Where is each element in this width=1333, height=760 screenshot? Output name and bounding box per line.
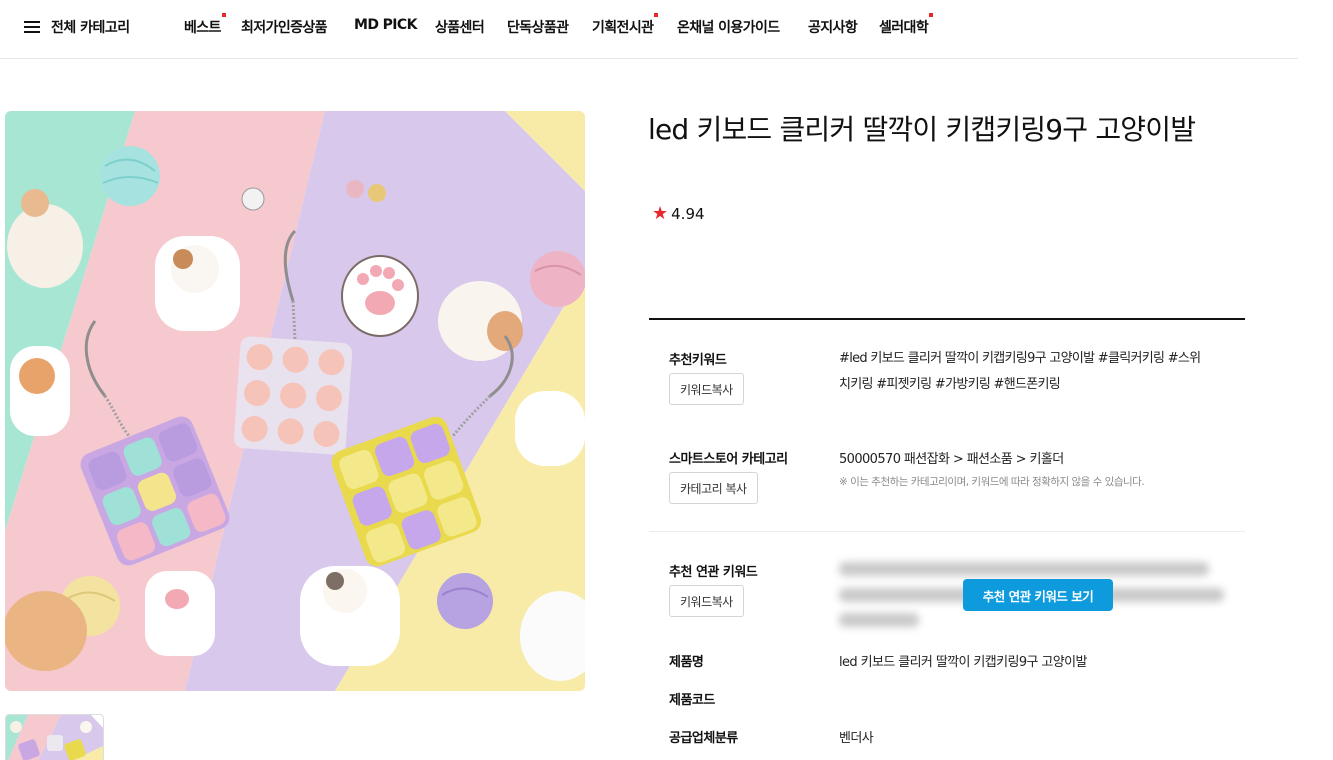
product-main-image[interactable] [5, 111, 585, 691]
product-thumbnail[interactable] [5, 714, 104, 760]
nav-item-exclusive[interactable]: 단독상품관 [507, 17, 569, 37]
view-related-keywords-button[interactable]: 추천 연관 키워드 보기 [963, 579, 1113, 611]
top-navigation: 전체 카테고리 베스트 최저가인증상품 MD PICK 상품센터 단독상품관 기… [0, 0, 1298, 59]
nav-item-guide[interactable]: 온채널 이용가이드 [677, 17, 780, 37]
nav-item-label: 최저가인증상품 [241, 20, 328, 36]
new-dot-badge [221, 13, 226, 17]
hamburger-icon [24, 21, 40, 33]
copy-related-keyword-button[interactable]: 키워드복사 [669, 585, 744, 617]
all-categories-label: 전체 카테고리 [51, 20, 130, 36]
recommended-keyword-label: 추천키워드 [669, 353, 727, 368]
copy-keyword-button[interactable]: 키워드복사 [669, 373, 744, 405]
info-divider [649, 318, 1245, 320]
nav-item-label: 셀러대학 [879, 20, 929, 36]
star-icon: ★ [652, 203, 669, 224]
rating-value: 4.94 [671, 205, 705, 223]
smartstore-category-label: 스마트스토어 카테고리 [669, 452, 788, 467]
supplier-type-label: 공급업체분류 [669, 731, 738, 746]
keywords-line: #led 키보드 클리커 딸깍이 키캡키링9구 고양이발 #클릭커키링 #스위 [839, 351, 1201, 366]
section-divider [649, 531, 1245, 532]
product-title: led 키보드 클리커 딸깍이 키캡키링9구 고양이발 [648, 113, 1196, 146]
new-dot-badge [929, 13, 934, 17]
nav-item-exhibition[interactable]: 기획전시관 [592, 13, 659, 37]
supplier-type-value: 벤더사 [839, 731, 874, 746]
nav-item-seller-university[interactable]: 셀러대학 [879, 13, 934, 37]
copy-category-button[interactable]: 카테고리 복사 [669, 472, 758, 504]
nav-item-label: 단독상품관 [507, 20, 569, 36]
product-name-label: 제품명 [669, 655, 704, 670]
smartstore-category-value: 50000570 패션잡화 > 패션소품 > 키홀더 [839, 452, 1064, 467]
nav-item-best[interactable]: 베스트 [184, 13, 226, 37]
new-dot-badge [654, 13, 659, 17]
nav-item-label: 상품센터 [435, 20, 485, 36]
nav-item-label: 기획전시관 [592, 20, 654, 36]
keywords-line: 치키링 #피젯키링 #가방키링 #핸드폰키링 [839, 377, 1061, 392]
nav-item-notice[interactable]: 공지사항 [808, 17, 858, 37]
recommended-keywords: #led 키보드 클리커 딸깍이 키캡키링9구 고양이발 #클릭커키링 #스위 … [839, 346, 1229, 398]
nav-item-product-center[interactable]: 상품센터 [435, 17, 485, 37]
all-categories-button[interactable]: 전체 카테고리 [24, 16, 130, 38]
nav-item-lowest-price[interactable]: 최저가인증상품 [241, 17, 328, 37]
product-name-value: led 키보드 클리커 딸깍이 키캡키링9구 고양이발 [839, 655, 1087, 670]
thumbnail-photo [6, 715, 103, 760]
nav-item-md-pick[interactable]: MD PICK [354, 17, 417, 33]
product-code-label: 제품코드 [669, 693, 715, 708]
nav-item-label: MD PICK [354, 17, 417, 33]
product-photo [5, 111, 585, 691]
product-rating: ★ 4.94 [652, 203, 705, 224]
nav-item-label: 베스트 [184, 20, 221, 36]
nav-item-label: 공지사항 [808, 20, 858, 36]
related-keyword-label: 추천 연관 키워드 [669, 565, 758, 580]
nav-item-label: 온채널 이용가이드 [677, 20, 780, 36]
category-note: ※ 이는 추천하는 카테고리이며, 키워드에 따라 정확하지 않을 수 있습니다… [839, 476, 1145, 488]
